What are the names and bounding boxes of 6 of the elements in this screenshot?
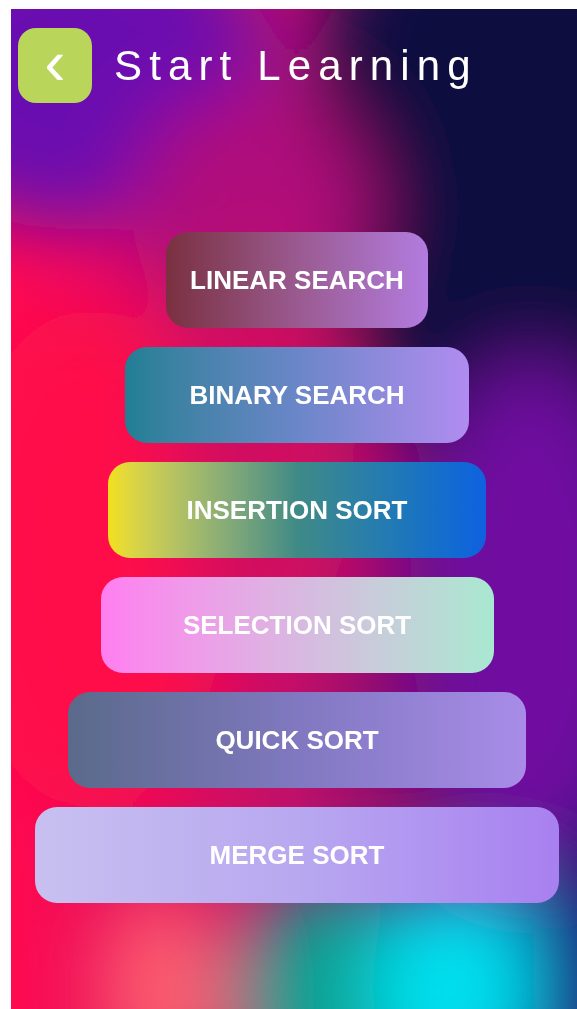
- menu-button[interactable]: LINEAR SEARCH: [166, 232, 428, 328]
- menu-button[interactable]: BINARY SEARCH: [125, 347, 469, 443]
- page-title: Start Learning: [114, 41, 478, 91]
- menu-button[interactable]: QUICK SORT: [68, 692, 526, 788]
- menu-button[interactable]: INSERTION SORT: [108, 462, 486, 558]
- menu-button[interactable]: MERGE SORT: [35, 807, 559, 903]
